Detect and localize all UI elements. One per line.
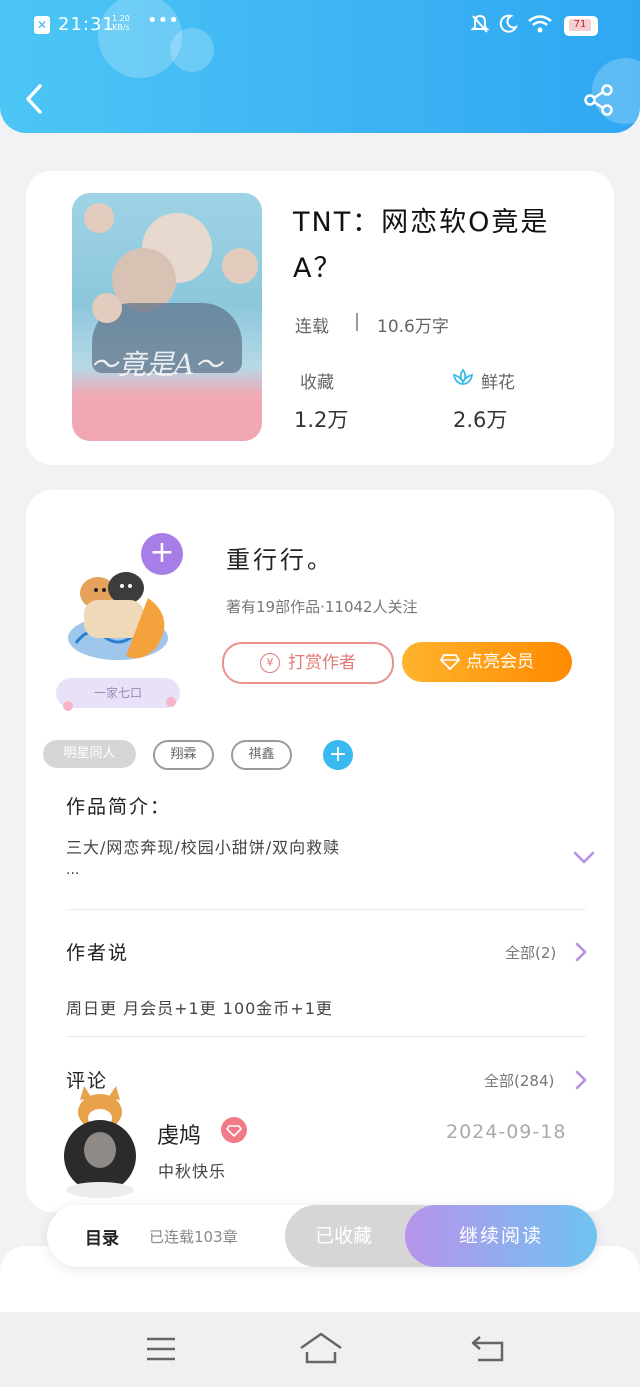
divider [66,909,586,910]
divider [356,313,358,331]
notification-x-icon: ✕ [34,16,50,34]
expand-chevron-icon[interactable] [572,850,596,866]
yuan-icon: ¥ [260,653,280,673]
more-status-icon: ••• [147,10,179,31]
menu-icon[interactable] [145,1336,177,1362]
moon-icon [499,14,518,33]
network-speed: 1.20 KB/s [112,14,130,32]
tag-item[interactable]: 明星同人 [43,740,136,768]
commenter-name[interactable]: 虔鸠 [157,1118,201,1150]
intro-text: 三大/网恋奔现/校园小甜饼/双向救赎 [66,838,341,857]
tag-item[interactable]: 翔霖 [153,740,214,770]
favorites-label: 收藏 [300,373,334,393]
continue-reading-button[interactable]: 继续阅读 [405,1205,597,1267]
flower-icon [452,368,474,385]
vip-membership-button[interactable]: 点亮会员 [402,642,572,682]
cover-title-art: ～竟是A～ [90,348,223,381]
author-name[interactable]: 重行行。 [226,540,334,575]
chapter-count: 已连载103章 [149,1228,238,1246]
commenter-avatar[interactable] [60,1086,140,1198]
book-cover-image[interactable]: ～竟是A～ [72,193,262,441]
author-meta: 著有19部作品·11042人关注 [226,598,418,616]
vip-badge-icon [221,1117,247,1143]
serial-status: 连载 [295,317,329,337]
status-bar: ✕ 21:31 1.20 KB/s ••• 71 [0,10,640,40]
follow-author-button[interactable]: + [141,533,183,575]
tag-item[interactable]: 祺鑫 [231,740,292,770]
add-tag-button[interactable]: + [323,740,353,770]
comment-date: 2024-09-18 [446,1121,567,1143]
favorites-value: 1.2万 [294,408,349,432]
comments-all-link[interactable]: 全部(284) [484,1070,554,1091]
fan-badge-text: 一家七口 [93,686,142,700]
divider [66,1036,586,1037]
back-nav-icon[interactable] [470,1334,506,1364]
book-title: TNT：网恋软O竟是A？ [293,207,550,284]
action-bar: 目录 已连载103章 已收藏 继续阅读 [47,1205,597,1267]
flowers-value: 2.6万 [453,408,508,432]
back-icon[interactable] [22,82,48,116]
top-header: ✕ 21:31 1.20 KB/s ••• 71 [0,0,640,133]
author-says-all-link[interactable]: 全部(2) [505,942,556,963]
author-says-title: 作者说 [66,942,130,964]
system-nav-bar [0,1312,640,1387]
catalog-button[interactable]: 目录 [85,1224,119,1249]
chevron-right-icon[interactable] [574,1069,588,1091]
author-says-text: 周日更 月会员+1更 100金币+1更 [66,999,333,1018]
battery-icon: 71 [564,16,598,36]
flowers-label: 鲜花 [481,373,515,393]
intro-title: 作品简介： [66,796,172,818]
chevron-right-icon[interactable] [574,941,588,963]
status-time: 21:31 [58,14,115,35]
home-icon[interactable] [299,1332,343,1364]
diamond-icon [439,654,461,671]
mute-bell-icon [470,14,490,33]
wifi-icon [528,15,552,33]
word-count: 10.6万字 [377,317,449,337]
comment-text: 中秋快乐 [158,1162,227,1181]
share-icon[interactable] [582,83,616,117]
tip-author-button[interactable]: ¥ 打赏作者 [222,642,394,684]
intro-ellipsis: ... [66,862,80,878]
